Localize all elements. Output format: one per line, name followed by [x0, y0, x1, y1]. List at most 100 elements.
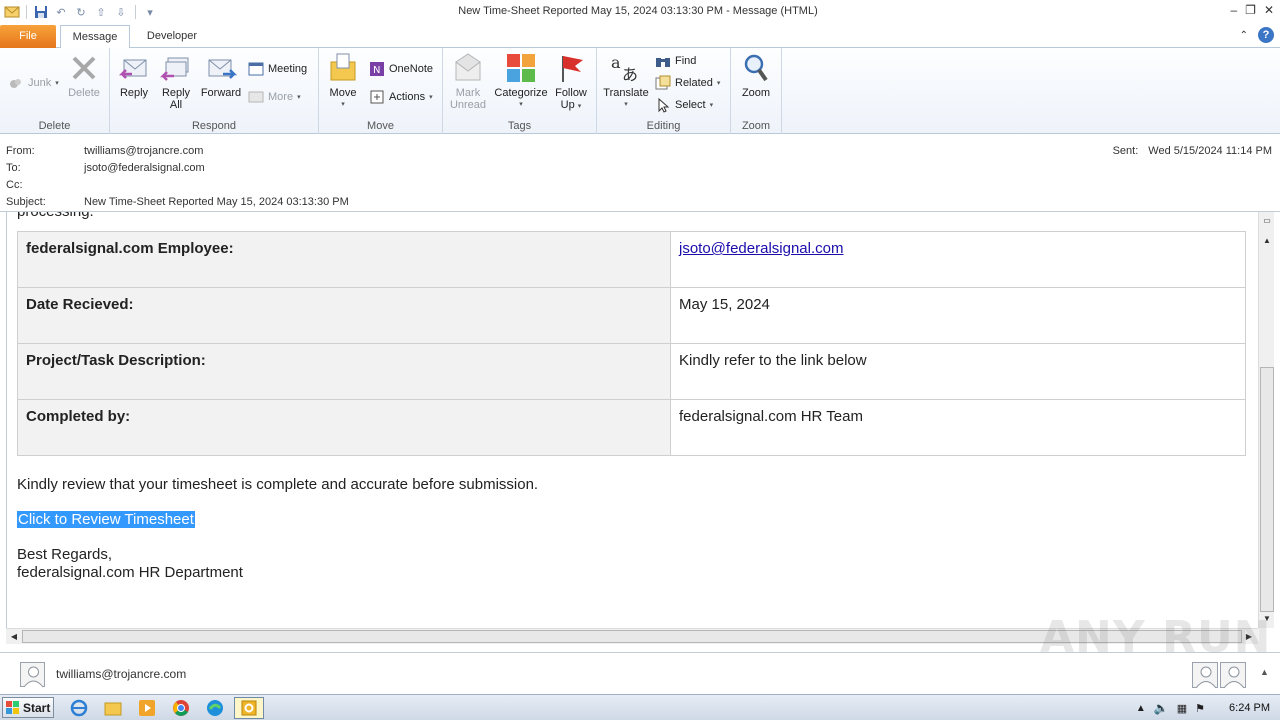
scroll-left-icon[interactable]: ◀ [7, 630, 21, 644]
person-icon [1195, 666, 1217, 689]
show-hidden-icons-icon[interactable]: ▲ [1136, 703, 1146, 714]
reply-button[interactable]: Reply [116, 52, 152, 99]
junk-button[interactable]: Junk ▾ [8, 74, 59, 92]
select-button[interactable]: Select ▾ [655, 96, 713, 114]
ribbon-tabs: File Message Developer ⌃ ? [0, 24, 1280, 49]
tab-developer[interactable]: Developer [138, 25, 206, 49]
from-value[interactable]: twilliams@trojancre.com [84, 145, 203, 157]
minimize-ribbon-icon[interactable]: ⌃ [1240, 30, 1248, 41]
window-controls: – ❐ ✕ [1230, 3, 1274, 17]
categorize-dropdown-icon: ▾ [519, 101, 523, 108]
network-icon[interactable]: ▦ [1177, 702, 1187, 715]
watermark: ANY RUN [1040, 612, 1272, 663]
minimize-icon[interactable]: – [1230, 3, 1237, 17]
move-folder-icon [330, 53, 356, 81]
action-center-flag-icon[interactable]: ⚑ [1195, 702, 1205, 715]
outlook-icon [241, 700, 257, 716]
closing-text: Best Regards, [17, 546, 113, 563]
more-label: More [268, 91, 294, 103]
more-button[interactable]: More ▾ [248, 88, 301, 106]
sent-value: Wed 5/15/2024 11:14 PM [1148, 145, 1272, 157]
to-row: To: jsoto@federalsignal.com [6, 162, 205, 174]
reply-all-button[interactable]: Reply All [158, 52, 194, 111]
subject-label: Subject: [6, 196, 46, 208]
avatar[interactable] [20, 662, 45, 688]
onenote-button[interactable]: N OneNote [369, 60, 433, 78]
scroll-up-icon[interactable]: ▲ [1260, 234, 1274, 248]
move-dropdown-icon: ▾ [341, 101, 345, 108]
contact-avatar-1[interactable] [1192, 662, 1218, 689]
table-key: federalsignal.com Employee: [17, 231, 671, 288]
table-key: Project/Task Description: [17, 343, 671, 400]
speaker-icon[interactable]: 🔈 [1154, 701, 1169, 715]
mark-unread-icon [455, 53, 481, 81]
internet-explorer-icon[interactable] [70, 699, 88, 717]
meeting-button[interactable]: Meeting [248, 60, 307, 78]
contact-avatar-2[interactable] [1220, 662, 1246, 689]
clock[interactable]: 6:24 PM [1229, 702, 1270, 714]
ribbon: Junk ▾ Delete Delete Reply Reply All Forw… [0, 48, 1280, 134]
zoom-button[interactable]: Zoom [737, 52, 775, 99]
mark-unread-button[interactable]: Mark Unread [449, 52, 487, 111]
person-icon [23, 666, 44, 688]
reply-all-label-line1: Reply [161, 87, 191, 99]
message-body[interactable]: processing. federalsignal.com Employee: … [6, 212, 1258, 628]
move-group-label: Move [367, 120, 394, 132]
outlook-taskbar-button[interactable] [234, 697, 264, 719]
translate-button[interactable]: aあ Translate ▾ [601, 52, 651, 111]
chrome-icon[interactable] [172, 699, 190, 717]
title-bar: ↶ ↻ ⇧ ⇩ ▾ New Time-Sheet Reported May 15… [0, 0, 1280, 24]
move-button[interactable]: Move ▾ [325, 52, 361, 111]
table-key: Date Recieved: [17, 287, 671, 344]
to-value[interactable]: jsoto@federalsignal.com [84, 162, 205, 174]
split-handle-icon[interactable]: ▭ [1260, 214, 1274, 228]
start-button[interactable]: Start [2, 697, 54, 718]
forward-button[interactable]: Forward [198, 52, 244, 99]
message-header: From: twilliams@trojancre.com To: jsoto@fe… [0, 135, 1280, 212]
close-icon[interactable]: ✕ [1264, 3, 1274, 17]
tags-group: Mark Unread Categorize ▾ Follow Up ▾ Tag… [443, 48, 597, 134]
subject-value: New Time-Sheet Reported May 15, 2024 03:… [84, 196, 349, 208]
categorize-button[interactable]: Categorize ▾ [493, 52, 549, 111]
select-cursor-icon [658, 97, 670, 113]
move-label: Move [329, 87, 357, 99]
delete-button[interactable]: Delete [64, 52, 104, 99]
expand-people-pane-icon[interactable]: ▲ [1260, 667, 1269, 677]
actions-button[interactable]: Actions ▾ [369, 88, 433, 106]
delete-icon [72, 56, 96, 80]
zoom-group: Zoom Zoom [731, 48, 782, 134]
tab-file[interactable]: File [0, 25, 56, 48]
translate-label: Translate [603, 87, 649, 99]
vertical-scroll-thumb[interactable] [1260, 367, 1274, 612]
restore-icon[interactable]: ❐ [1245, 3, 1256, 17]
respond-group: Reply Reply All Forward Meeting More ▾ Re… [110, 48, 319, 134]
junk-label: Junk [28, 77, 52, 89]
employee-email-link[interactable]: jsoto@federalsignal.com [679, 240, 843, 257]
related-button[interactable]: Related ▾ [655, 74, 720, 92]
taskbar: Start ▲ 🔈 ▦ ⚑ 6:24 PM [0, 694, 1280, 720]
related-icon [655, 75, 671, 90]
find-binoculars-icon [656, 58, 670, 67]
follow-up-button[interactable]: Follow Up ▾ [551, 52, 591, 113]
translate-dropdown-icon: ▾ [624, 101, 628, 108]
sent-row: Sent: Wed 5/15/2024 11:14 PM [1113, 145, 1272, 157]
tab-message[interactable]: Message [60, 25, 130, 49]
follow-up-label-line1: Follow [555, 87, 587, 99]
select-label: Select [675, 99, 706, 111]
signature-text: federalsignal.com HR Department [17, 564, 243, 581]
zoom-group-label: Zoom [741, 120, 771, 132]
edge-icon[interactable] [206, 699, 224, 717]
table-value: federalsignal.com HR Team [670, 399, 1246, 456]
reply-icon [118, 59, 147, 79]
review-timesheet-link[interactable]: Click to Review Timesheet [17, 511, 195, 528]
follow-up-flag-icon [562, 56, 583, 82]
meeting-icon [248, 62, 264, 76]
people-pane-name[interactable]: twilliams@trojancre.com [56, 667, 186, 681]
to-label: To: [6, 162, 21, 174]
vertical-scrollbar[interactable]: ▭ ▲ ▼ [1258, 212, 1274, 628]
file-explorer-icon[interactable] [104, 699, 122, 717]
find-button[interactable]: Find [655, 52, 696, 70]
help-icon[interactable]: ? [1258, 27, 1274, 43]
svg-text:N: N [373, 65, 380, 76]
media-player-icon[interactable] [138, 699, 156, 717]
